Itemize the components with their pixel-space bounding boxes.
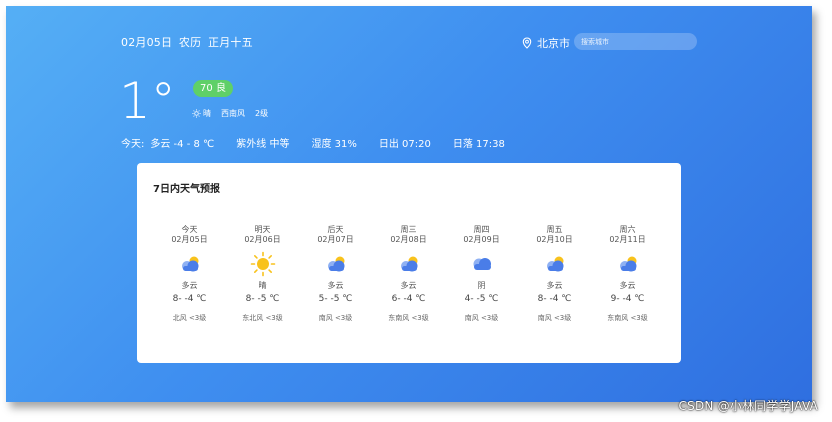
day-name: 今天 (181, 225, 198, 234)
day-condition: 多云 (181, 281, 198, 290)
weather-app: 02月05日 农历 正月十五 北京市 1° 70 良 晴 西南风 2级 今天: … (6, 6, 812, 402)
day-date: 02月08日 (390, 235, 427, 244)
day-wind: 北风 <3级 (172, 314, 207, 322)
forecast-days: 今天 02月05日 多云 8- -4 ℃ 北风 <3级 明天 02月06日 晴 … (153, 225, 664, 323)
day-name: 明天 (254, 225, 271, 234)
cloudy-sun-icon (591, 248, 664, 280)
day-date: 02月07日 (317, 235, 354, 244)
location[interactable]: 北京市 (521, 35, 570, 51)
day-wind: 南风 <3级 (537, 314, 572, 322)
day-date: 02月06日 (244, 235, 281, 244)
day-temp-range: 6- -4 ℃ (391, 294, 426, 304)
location-pin-icon (522, 37, 532, 49)
day-date: 02月05日 (171, 235, 208, 244)
day-name: 周六 (619, 225, 636, 234)
today-condition: 多云 -4 - 8 ℃ (150, 139, 215, 150)
day-name: 周三 (400, 225, 417, 234)
day-condition: 多云 (400, 281, 417, 290)
humidity: 湿度 31% (311, 139, 357, 150)
current-conditions: 晴 西南风 2级 (192, 108, 278, 119)
forecast-title: 7日内天气预报 (153, 184, 220, 195)
day-name: 后天 (327, 225, 344, 234)
wind-direction: 西南风 (221, 109, 245, 118)
day-wind: 南风 <3级 (464, 314, 499, 322)
uv-index: 紫外线 中等 (236, 139, 290, 150)
cloudy-sun-icon (153, 248, 226, 280)
day-wind: 南风 <3级 (318, 314, 353, 322)
day-wind: 东南风 <3级 (607, 314, 648, 322)
day-temp-range: 8- -5 ℃ (245, 294, 280, 304)
day-temp-range: 5- -5 ℃ (318, 294, 353, 304)
forecast-day: 周六 02月11日 多云 9- -4 ℃ 东南风 <3级 (591, 225, 664, 323)
forecast-day: 周五 02月10日 多云 8- -4 ℃ 南风 <3级 (518, 225, 591, 323)
day-name: 周五 (546, 225, 563, 234)
day-wind: 东南风 <3级 (388, 314, 429, 322)
lunar-date: 正月十五 (208, 36, 253, 49)
day-date: 02月10日 (536, 235, 573, 244)
lunar-label: 农历 (178, 36, 202, 49)
city-name: 北京市 (537, 37, 570, 50)
day-condition: 多云 (327, 281, 344, 290)
day-temp-range: 8- -4 ℃ (172, 294, 207, 304)
forecast-day: 后天 02月07日 多云 5- -5 ℃ 南风 <3级 (299, 225, 372, 323)
cloudy-sun-icon (372, 248, 445, 280)
wind-level: 2级 (255, 109, 269, 118)
today-label: 今天: (121, 139, 145, 150)
day-date: 02月11日 (609, 235, 646, 244)
current-weather: 晴 (203, 109, 211, 118)
search-input[interactable] (574, 33, 697, 50)
sun-icon (226, 248, 299, 280)
day-name: 周四 (473, 225, 490, 234)
sunrise: 日出 07:20 (378, 139, 431, 150)
day-condition: 多云 (546, 281, 563, 290)
cloudy-sun-icon (518, 248, 591, 280)
date-line: 02月05日 农历 正月十五 (121, 34, 253, 50)
day-temp-range: 8- -4 ℃ (537, 294, 572, 304)
today-summary: 今天: 多云 -4 - 8 ℃ 紫外线 中等 湿度 31% 日出 07:20 日… (121, 135, 527, 150)
aqi-badge: 70 良 (193, 80, 233, 97)
forecast-card: 7日内天气预报 今天 02月05日 多云 8- -4 ℃ 北风 <3级 明天 0… (137, 163, 681, 363)
day-date: 02月09日 (463, 235, 500, 244)
watermark: CSDN @小林同学学JAVA (678, 399, 818, 413)
overcast-icon (445, 248, 518, 280)
day-temp-range: 4- -5 ℃ (464, 294, 499, 304)
day-wind: 东北风 <3级 (242, 314, 283, 322)
day-condition: 阴 (477, 281, 486, 290)
day-temp-range: 9- -4 ℃ (610, 294, 645, 304)
forecast-day: 周四 02月09日 阴 4- -5 ℃ 南风 <3级 (445, 225, 518, 323)
day-condition: 多云 (619, 281, 636, 290)
sunset: 日落 17:38 (452, 139, 505, 150)
forecast-day: 今天 02月05日 多云 8- -4 ℃ 北风 <3级 (153, 225, 226, 323)
forecast-day: 明天 02月06日 晴 8- -5 ℃ 东北风 <3级 (226, 225, 299, 323)
sun-icon (192, 109, 201, 118)
forecast-day: 周三 02月08日 多云 6- -4 ℃ 东南风 <3级 (372, 225, 445, 323)
cloudy-sun-icon (299, 248, 372, 280)
current-temperature: 1° (119, 72, 176, 130)
day-condition: 晴 (258, 281, 267, 290)
current-date: 02月05日 (121, 36, 173, 49)
